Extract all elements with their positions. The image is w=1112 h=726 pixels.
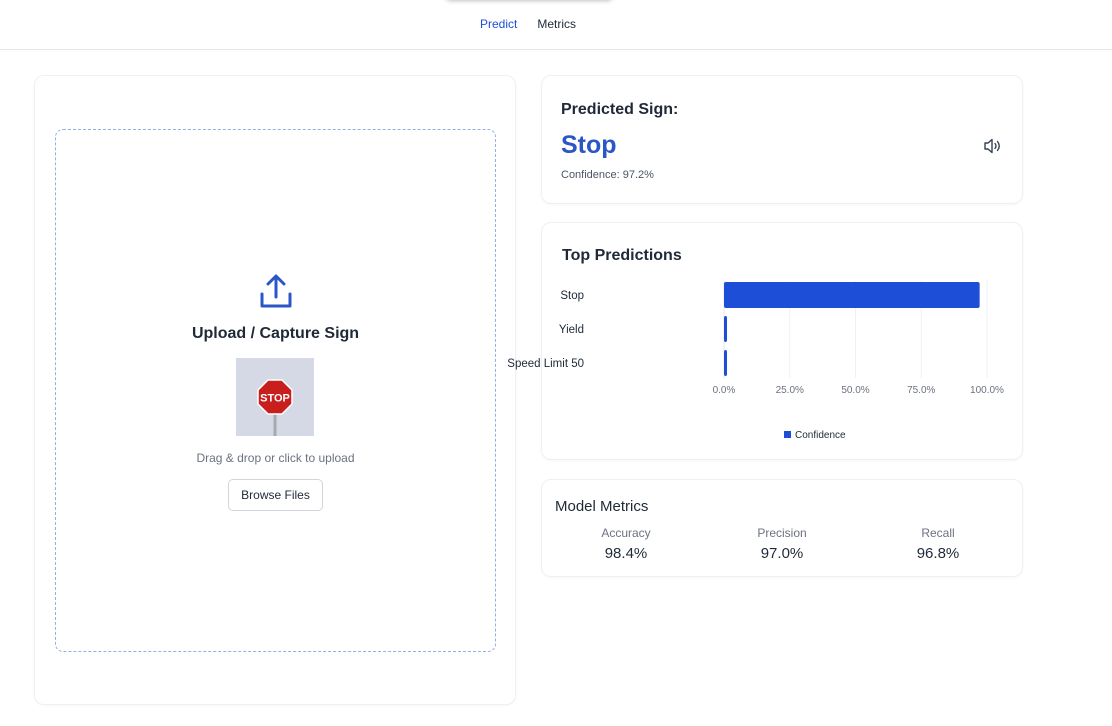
metric-value: 97.0% <box>760 545 804 562</box>
bar <box>724 350 727 376</box>
image-preview: STOP <box>236 358 314 436</box>
speaker-icon[interactable] <box>982 136 1004 156</box>
tab-metrics[interactable]: Metrics <box>537 17 576 31</box>
legend-swatch <box>784 431 791 438</box>
category-label: Speed Limit 50 <box>507 358 584 370</box>
metric-value: 98.4% <box>604 545 648 562</box>
prediction-heading: Predicted Sign: <box>561 101 679 118</box>
bar <box>724 282 980 308</box>
model-metrics-card: Model Metrics Accuracy 98.4% Precision 9… <box>541 479 1023 577</box>
stop-sign-image: STOP <box>257 379 293 436</box>
upload-title: Upload / Capture Sign <box>191 325 360 342</box>
top-predictions-card: Top Predictions 0.0% 25.0% 50.0% 75.0% 100.0… <box>507 222 1023 460</box>
category-label: Yield <box>559 324 584 336</box>
top-predictions-chart: 0.0% 25.0% 50.0% 75.0% 100.0% Stop Yield Speed … <box>507 281 1004 441</box>
x-tick-label: 25.0% <box>776 385 804 396</box>
x-tick-label: 100.0% <box>970 385 1004 396</box>
metric-label: Accuracy <box>601 526 651 540</box>
metric-recall: Recall 96.8% <box>860 526 1016 562</box>
upload-card: Upload / Capture Sign STOP Drag & drop o… <box>34 75 516 705</box>
x-tick-label: 75.0% <box>907 385 935 396</box>
tab-predict[interactable]: Predict <box>480 17 517 31</box>
legend-label: Confidence <box>795 430 846 441</box>
drag-drop-hint: Drag & drop or click to upload <box>196 451 355 465</box>
metric-precision: Precision 97.0% <box>704 526 860 562</box>
upload-icon <box>260 274 292 308</box>
top-nav-bar: Predict Metrics <box>0 0 1112 50</box>
nav-tabs: Predict Metrics <box>480 17 576 31</box>
confidence-text: Confidence: 97.2% <box>561 169 654 181</box>
x-tick-label: 0.0% <box>713 385 736 396</box>
browse-files-button[interactable]: Browse Files <box>228 479 323 511</box>
model-metrics-heading: Model Metrics <box>555 498 649 515</box>
metric-label: Precision <box>757 526 807 540</box>
prediction-card: Predicted Sign: Stop Confidence: 97.2% <box>541 75 1023 204</box>
x-tick-label: 50.0% <box>841 385 869 396</box>
bar <box>724 316 727 342</box>
metric-value: 96.8% <box>916 545 960 562</box>
dropzone[interactable]: Upload / Capture Sign STOP Drag & drop o… <box>55 129 496 652</box>
predicted-sign: Stop <box>561 131 617 159</box>
stop-sign-text: STOP <box>260 393 290 405</box>
metric-accuracy: Accuracy 98.4% <box>548 526 704 562</box>
metric-label: Recall <box>921 526 955 540</box>
category-label: Stop <box>560 290 584 302</box>
